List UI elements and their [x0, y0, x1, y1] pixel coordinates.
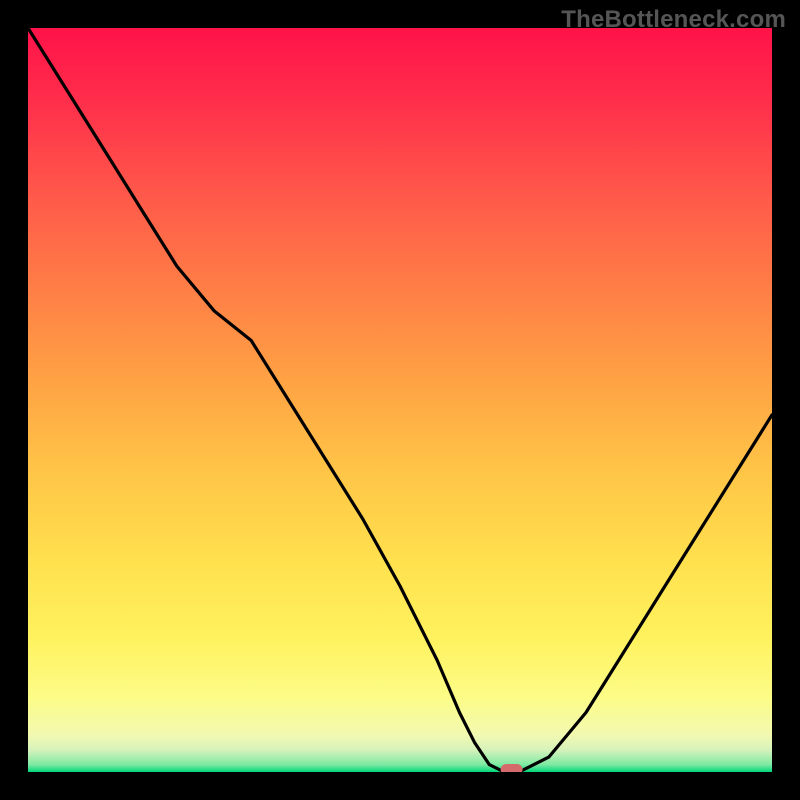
plot-svg [28, 28, 772, 772]
bottleneck-curve [28, 28, 772, 772]
optimum-marker [501, 764, 523, 772]
chart-frame: TheBottleneck.com [0, 0, 800, 800]
plot-area [28, 28, 772, 772]
